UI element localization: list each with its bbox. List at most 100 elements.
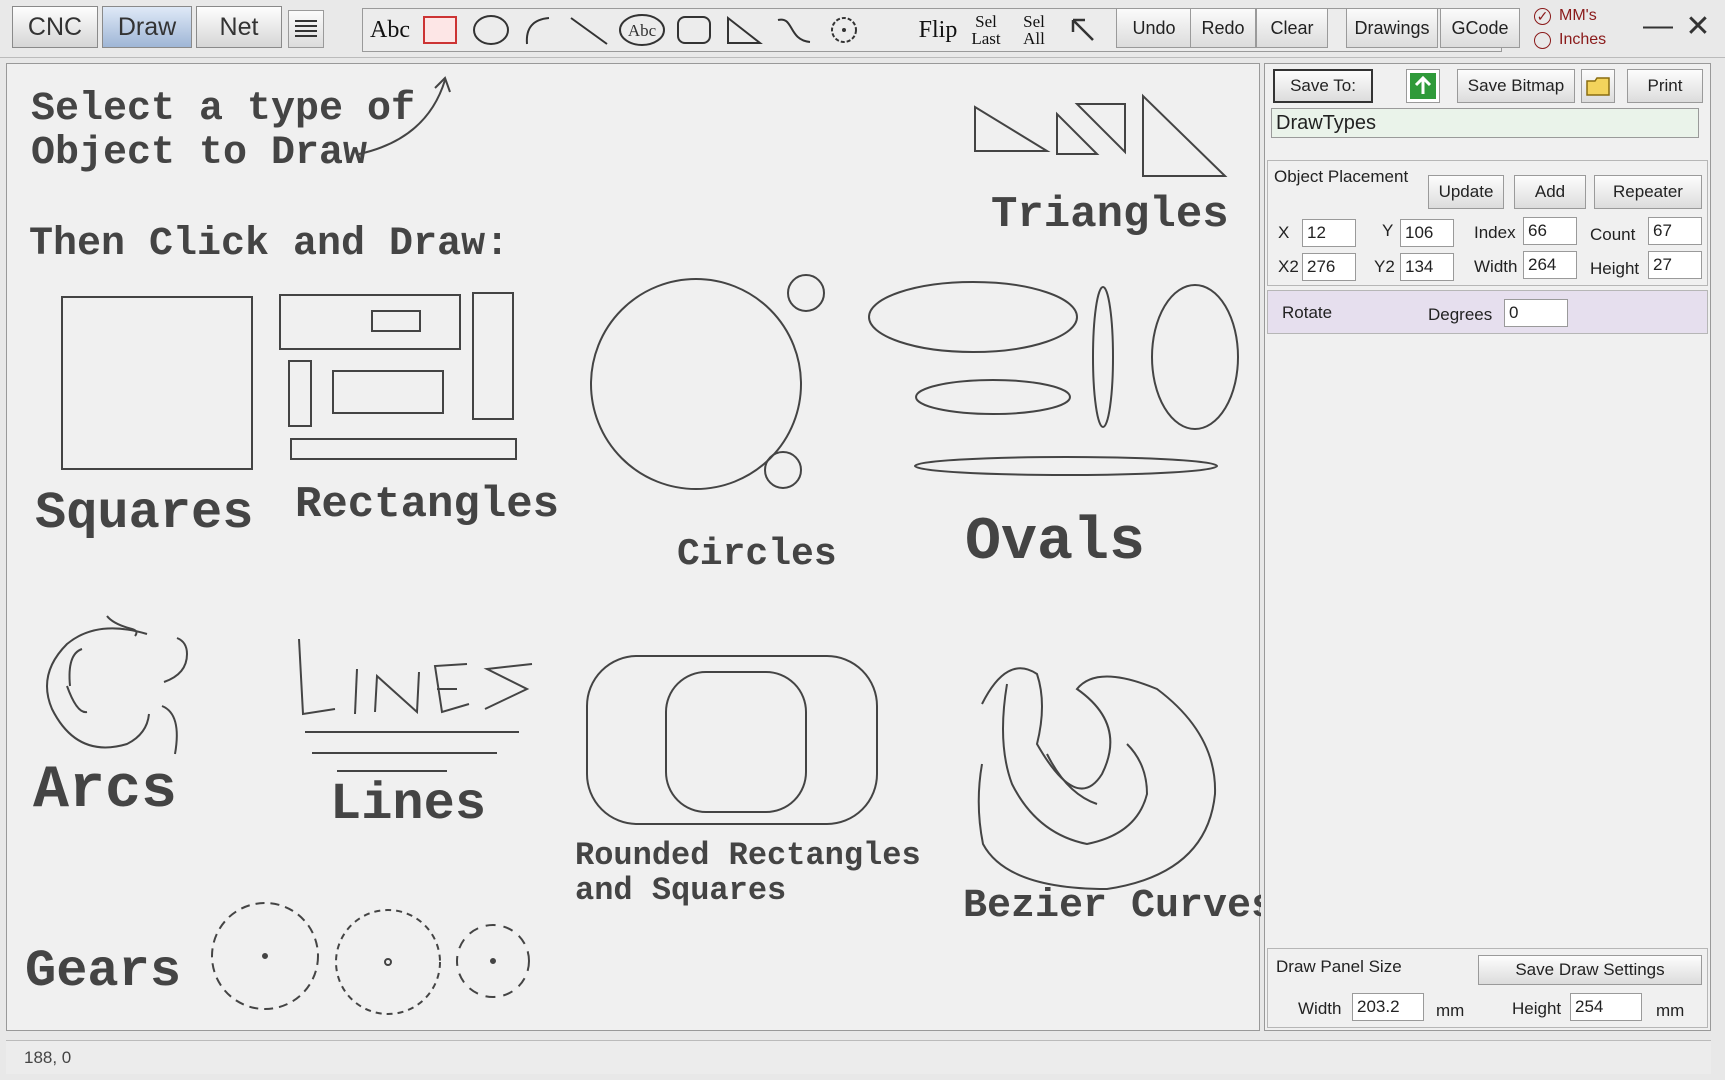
label-gears: Gears: [25, 942, 181, 1001]
x-input[interactable]: 12: [1302, 219, 1356, 247]
label-circles: Circles: [677, 533, 837, 576]
drawings-button[interactable]: Drawings: [1346, 8, 1438, 48]
add-label: Add: [1534, 182, 1566, 201]
index-input[interactable]: 66: [1523, 217, 1577, 245]
degrees-input[interactable]: 0: [1504, 299, 1568, 327]
save-draw-settings-label: Save Draw Settings: [1515, 960, 1665, 979]
rounded-rect-tool[interactable]: [669, 11, 719, 49]
redo-label: Redo: [1201, 17, 1245, 38]
update-button[interactable]: Update: [1428, 175, 1504, 209]
bezier-curve-shape: [977, 667, 1217, 891]
x2-input[interactable]: 276: [1302, 253, 1356, 281]
upload-button[interactable]: [1406, 69, 1440, 103]
oval-shape: [1151, 284, 1239, 430]
width-label: Width: [1474, 257, 1518, 276]
line-shape: [354, 668, 358, 715]
arc-shape: [46, 627, 150, 749]
arc-tool[interactable]: [515, 11, 563, 49]
gear-tool[interactable]: [819, 11, 869, 49]
unit-inches-option[interactable]: Inches: [1534, 28, 1644, 52]
rounded-rect-icon: [677, 16, 711, 44]
select-all-button[interactable]: Sel All: [1011, 11, 1057, 49]
text-tool[interactable]: Abc: [365, 11, 415, 49]
open-folder-button[interactable]: [1581, 69, 1615, 103]
draw-panel-size-group: Draw Panel Size Save Draw Settings Width…: [1267, 948, 1708, 1028]
unit-mm-option[interactable]: ✓ MM's: [1534, 4, 1644, 28]
arc-shape: [68, 648, 83, 687]
repeater-button[interactable]: Repeater: [1594, 175, 1702, 209]
label-triangles: Triangles: [991, 190, 1229, 240]
height-input[interactable]: 27: [1648, 251, 1702, 279]
tab-net[interactable]: Net: [196, 6, 282, 48]
bezier-curve-shape: [1046, 753, 1098, 805]
select-all-top: Sel: [1023, 12, 1045, 31]
unit-mm-label: MM's: [1559, 7, 1597, 24]
object-placement-title: Object Placement: [1274, 167, 1409, 186]
y-input[interactable]: 106: [1400, 219, 1454, 247]
draw-height-unit: mm: [1656, 1001, 1685, 1020]
arc-icon: [525, 17, 550, 45]
print-button[interactable]: Print: [1627, 69, 1703, 103]
index-label: Index: [1474, 223, 1516, 242]
select-last-button[interactable]: Sel Last: [963, 11, 1009, 49]
label-arcs: Arcs: [33, 757, 177, 825]
tab-net-label: Net: [219, 12, 259, 41]
line-tool[interactable]: [563, 11, 615, 49]
drawing-canvas[interactable]: Select a type of Object to Draw Then Cli…: [6, 63, 1261, 1031]
tab-draw[interactable]: Draw: [102, 6, 192, 48]
save-draw-settings-button[interactable]: Save Draw Settings: [1478, 955, 1702, 985]
save-bitmap-button[interactable]: Save Bitmap: [1457, 69, 1575, 103]
draw-height-input[interactable]: 254: [1570, 993, 1642, 1021]
radio-unchecked-icon: [1534, 31, 1551, 49]
text-circle-tool[interactable]: Abc: [615, 11, 669, 49]
clear-label: Clear: [1270, 17, 1314, 38]
label-squares: Squares: [35, 484, 253, 543]
count-input[interactable]: 67: [1648, 217, 1702, 245]
arc-shape: [161, 705, 178, 755]
flip-button[interactable]: Flip: [913, 11, 963, 49]
gcode-button[interactable]: GCode: [1440, 8, 1520, 48]
square-icon: [423, 16, 457, 44]
width-input[interactable]: 264: [1523, 251, 1577, 279]
bezier-icon: [777, 18, 811, 43]
close-icon[interactable]: ✕: [1680, 8, 1716, 44]
draw-panel-size-title: Draw Panel Size: [1276, 957, 1402, 976]
instruction-line-2: Object to Draw: [31, 131, 367, 176]
tab-cnc[interactable]: CNC: [12, 6, 98, 48]
print-label: Print: [1647, 76, 1683, 95]
draw-width-value: 203.2: [1357, 997, 1400, 1016]
rectangle-shape: [290, 438, 517, 460]
clear-button[interactable]: Clear: [1256, 8, 1328, 48]
filename-input[interactable]: DrawTypes: [1271, 108, 1699, 138]
add-button[interactable]: Add: [1514, 175, 1586, 209]
y2-input[interactable]: 134: [1400, 253, 1454, 281]
index-value: 66: [1528, 221, 1547, 240]
rounded-square-shape: [665, 671, 807, 813]
pointer-tool[interactable]: [1061, 11, 1105, 49]
minimize-icon[interactable]: —: [1640, 8, 1676, 44]
line-shape: [298, 638, 336, 716]
bezier-curve-shape: [1002, 683, 1149, 846]
circle-tool[interactable]: [467, 11, 515, 49]
draw-width-input[interactable]: 203.2: [1352, 993, 1424, 1021]
draw-height-label: Height: [1512, 999, 1562, 1018]
arc-shape: [66, 685, 88, 714]
repeater-label: Repeater: [1613, 182, 1683, 201]
save-bitmap-label: Save Bitmap: [1467, 76, 1565, 95]
triangle-shape: [1074, 103, 1126, 155]
object-placement-group: Object Placement Update Add Repeater X 1…: [1267, 160, 1708, 286]
height-value: 27: [1653, 255, 1672, 274]
degrees-label: Degrees: [1428, 305, 1493, 324]
redo-button[interactable]: Redo: [1190, 8, 1256, 48]
line-icon: [570, 17, 608, 45]
y2-value: 134: [1405, 257, 1434, 276]
rectangle-tool[interactable]: [415, 11, 465, 49]
save-to-label: Save To:: [1290, 76, 1356, 95]
triangle-tool[interactable]: [719, 11, 769, 49]
bezier-tool[interactable]: [769, 11, 819, 49]
undo-button[interactable]: Undo: [1116, 8, 1192, 48]
save-to-button[interactable]: Save To:: [1273, 69, 1373, 103]
radio-checked-icon: ✓: [1534, 7, 1551, 25]
menu-list-button[interactable]: [288, 10, 324, 48]
arc-shape: [106, 615, 138, 637]
